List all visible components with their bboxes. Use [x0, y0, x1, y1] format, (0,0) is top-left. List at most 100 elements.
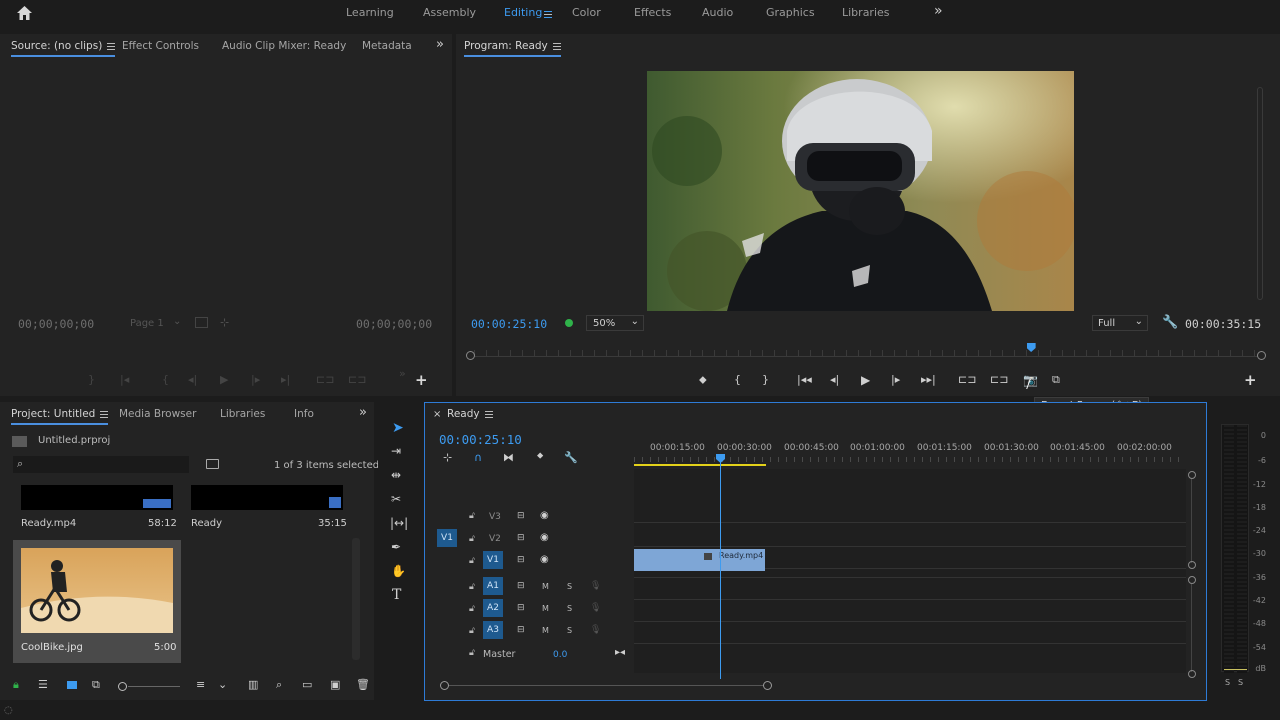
editing-menu-icon[interactable] — [544, 9, 552, 20]
solo-left-button[interactable]: S — [1225, 678, 1230, 687]
chevron-down-icon[interactable]: ⌄ — [218, 678, 227, 691]
pen-tool-icon[interactable]: ✒ — [391, 540, 401, 554]
selection-tool-icon[interactable]: ➤ — [392, 420, 404, 436]
new-bin-icon[interactable]: ▭ — [302, 678, 312, 691]
thumbnail-ready-sequence[interactable] — [191, 485, 343, 510]
drop-frame-icon[interactable] — [195, 317, 208, 328]
tab-color[interactable]: Color — [572, 6, 601, 19]
tab-learning[interactable]: Learning — [346, 6, 394, 19]
timeline-horizontal-scrollbar[interactable] — [440, 681, 772, 691]
sort-icon[interactable]: ≡ — [196, 678, 205, 691]
go-to-out-icon[interactable]: ▸| — [281, 373, 290, 386]
tab-libraries[interactable]: Libraries — [842, 6, 890, 19]
zoom-slider-track[interactable] — [128, 686, 180, 687]
nest-icon[interactable]: ⊹ — [443, 451, 452, 464]
menu-icon[interactable] — [107, 42, 116, 50]
project-search-input[interactable]: ⌕ — [13, 456, 189, 473]
track-label-v3[interactable]: V3 — [489, 512, 501, 522]
fit-icon[interactable]: ⊹ — [220, 316, 229, 329]
close-icon[interactable]: × — [433, 409, 441, 420]
item-name[interactable]: Ready.mp4 — [21, 518, 76, 529]
add-marker-icon[interactable]: ⬥ — [699, 373, 707, 387]
microphone-icon[interactable]: 🎙︎ — [590, 581, 601, 591]
automate-to-sequence-icon[interactable]: ▥ — [248, 678, 258, 691]
mark-in-icon[interactable]: } — [88, 373, 95, 386]
tab-media-browser[interactable]: Media Browser — [119, 408, 196, 420]
button-editor-plus-icon[interactable]: + — [1244, 371, 1257, 389]
track-label-v2[interactable]: V2 — [489, 534, 501, 544]
comparison-view-icon[interactable]: ⧉ — [1052, 373, 1060, 387]
solo-right-button[interactable]: S — [1238, 678, 1243, 687]
mark-out-icon[interactable]: { — [162, 373, 169, 386]
tab-graphics[interactable]: Graphics — [766, 6, 815, 19]
go-to-in-icon[interactable]: |◂ — [120, 373, 129, 386]
new-search-bin-icon[interactable] — [206, 459, 219, 469]
eye-icon[interactable]: ◉ — [540, 510, 549, 521]
lock-icon[interactable]: 🔓︎ — [469, 556, 475, 566]
scrubber-end-handle[interactable] — [1257, 351, 1266, 360]
tab-info[interactable]: Info — [294, 408, 314, 420]
track-area[interactable]: Ready.mp4 — [634, 469, 1186, 673]
lift-icon[interactable]: ⊏⊐ — [958, 373, 976, 386]
more-buttons-icon[interactable]: » — [399, 367, 406, 380]
video-clip[interactable]: Ready.mp4 — [634, 549, 765, 571]
step-forward-icon[interactable]: |▸ — [891, 373, 900, 386]
tab-audio[interactable]: Audio — [702, 6, 733, 19]
tab-effect-controls[interactable]: Effect Controls — [122, 40, 199, 52]
audio-vertical-scrollbar[interactable] — [1188, 576, 1196, 680]
track-target-a1[interactable]: A1 — [483, 577, 503, 595]
sync-lock-icon[interactable]: ⊟ — [517, 533, 525, 543]
sync-lock-icon[interactable]: ⊟ — [517, 603, 525, 613]
item-name[interactable]: Ready — [191, 518, 222, 529]
more-panels-icon[interactable]: » — [359, 405, 367, 420]
eye-icon[interactable]: ◉ — [540, 554, 549, 565]
track-target-v1[interactable]: V1 — [483, 551, 503, 569]
step-back-icon[interactable]: ◂| — [830, 373, 839, 386]
lock-icon[interactable]: 🔓︎ — [469, 648, 475, 658]
tab-source[interactable]: Source: (no clips) — [11, 40, 116, 57]
tab-assembly[interactable]: Assembly — [423, 6, 476, 19]
wrench-icon[interactable]: 🔧 — [1162, 315, 1178, 330]
track-target-a2[interactable]: A2 — [483, 599, 503, 617]
microphone-icon[interactable]: 🎙︎ — [590, 625, 601, 635]
go-to-end-icon[interactable]: ▸◂ — [615, 647, 625, 658]
linked-selection-icon[interactable]: ⧓ — [503, 451, 514, 464]
solo-button[interactable]: S — [567, 604, 572, 613]
slip-tool-icon[interactable]: |↔| — [390, 516, 408, 530]
tab-audio-clip-mixer[interactable]: Audio Clip Mixer: Ready — [222, 40, 346, 52]
tab-project[interactable]: Project: Untitled — [11, 408, 109, 425]
tab-libraries[interactable]: Libraries — [220, 408, 265, 420]
sync-lock-icon[interactable]: ⊟ — [517, 581, 525, 591]
program-scrollbar[interactable] — [1257, 87, 1263, 300]
sequence-tab[interactable]: Ready — [447, 408, 493, 420]
lock-icon[interactable]: 🔒︎ — [13, 678, 19, 692]
add-marker-icon[interactable]: ⬥ — [537, 451, 543, 461]
icon-view-icon[interactable] — [67, 681, 77, 689]
quality-select[interactable]: Full ⌄ — [1092, 315, 1148, 331]
razor-tool-icon[interactable]: ✂ — [391, 492, 401, 506]
program-playhead-timecode[interactable]: 00:00:25:10 — [471, 317, 547, 331]
button-editor-plus-icon[interactable]: + — [415, 371, 428, 389]
mute-button[interactable]: M — [542, 626, 549, 635]
source-patch-v1[interactable]: V1 — [437, 529, 457, 547]
mark-out-icon[interactable]: } — [762, 373, 769, 386]
program-title[interactable]: Program: Ready — [464, 40, 561, 57]
mute-button[interactable]: M — [542, 582, 549, 591]
microphone-icon[interactable]: 🎙︎ — [590, 603, 601, 613]
ripple-edit-tool-icon[interactable]: ⇹ — [391, 468, 401, 482]
track-target-a3[interactable]: A3 — [483, 621, 503, 639]
solo-button[interactable]: S — [567, 626, 572, 635]
video-vertical-scrollbar[interactable] — [1188, 471, 1196, 571]
menu-icon[interactable] — [100, 410, 109, 418]
lock-icon[interactable]: 🔓︎ — [469, 511, 475, 521]
solo-button[interactable]: S — [567, 582, 572, 591]
go-to-out-icon[interactable]: ▸▸| — [921, 373, 936, 386]
tab-editing[interactable]: Editing — [504, 6, 542, 19]
list-view-icon[interactable]: ☰ — [38, 678, 48, 691]
tab-metadata[interactable]: Metadata — [362, 40, 412, 52]
scrubber-start-handle[interactable] — [466, 351, 475, 360]
mark-in-icon[interactable]: { — [734, 373, 741, 386]
insert-icon[interactable]: ⊏⊐ — [316, 373, 334, 386]
zoom-slider-handle[interactable] — [118, 682, 127, 691]
lock-icon[interactable]: 🔓︎ — [469, 604, 475, 614]
